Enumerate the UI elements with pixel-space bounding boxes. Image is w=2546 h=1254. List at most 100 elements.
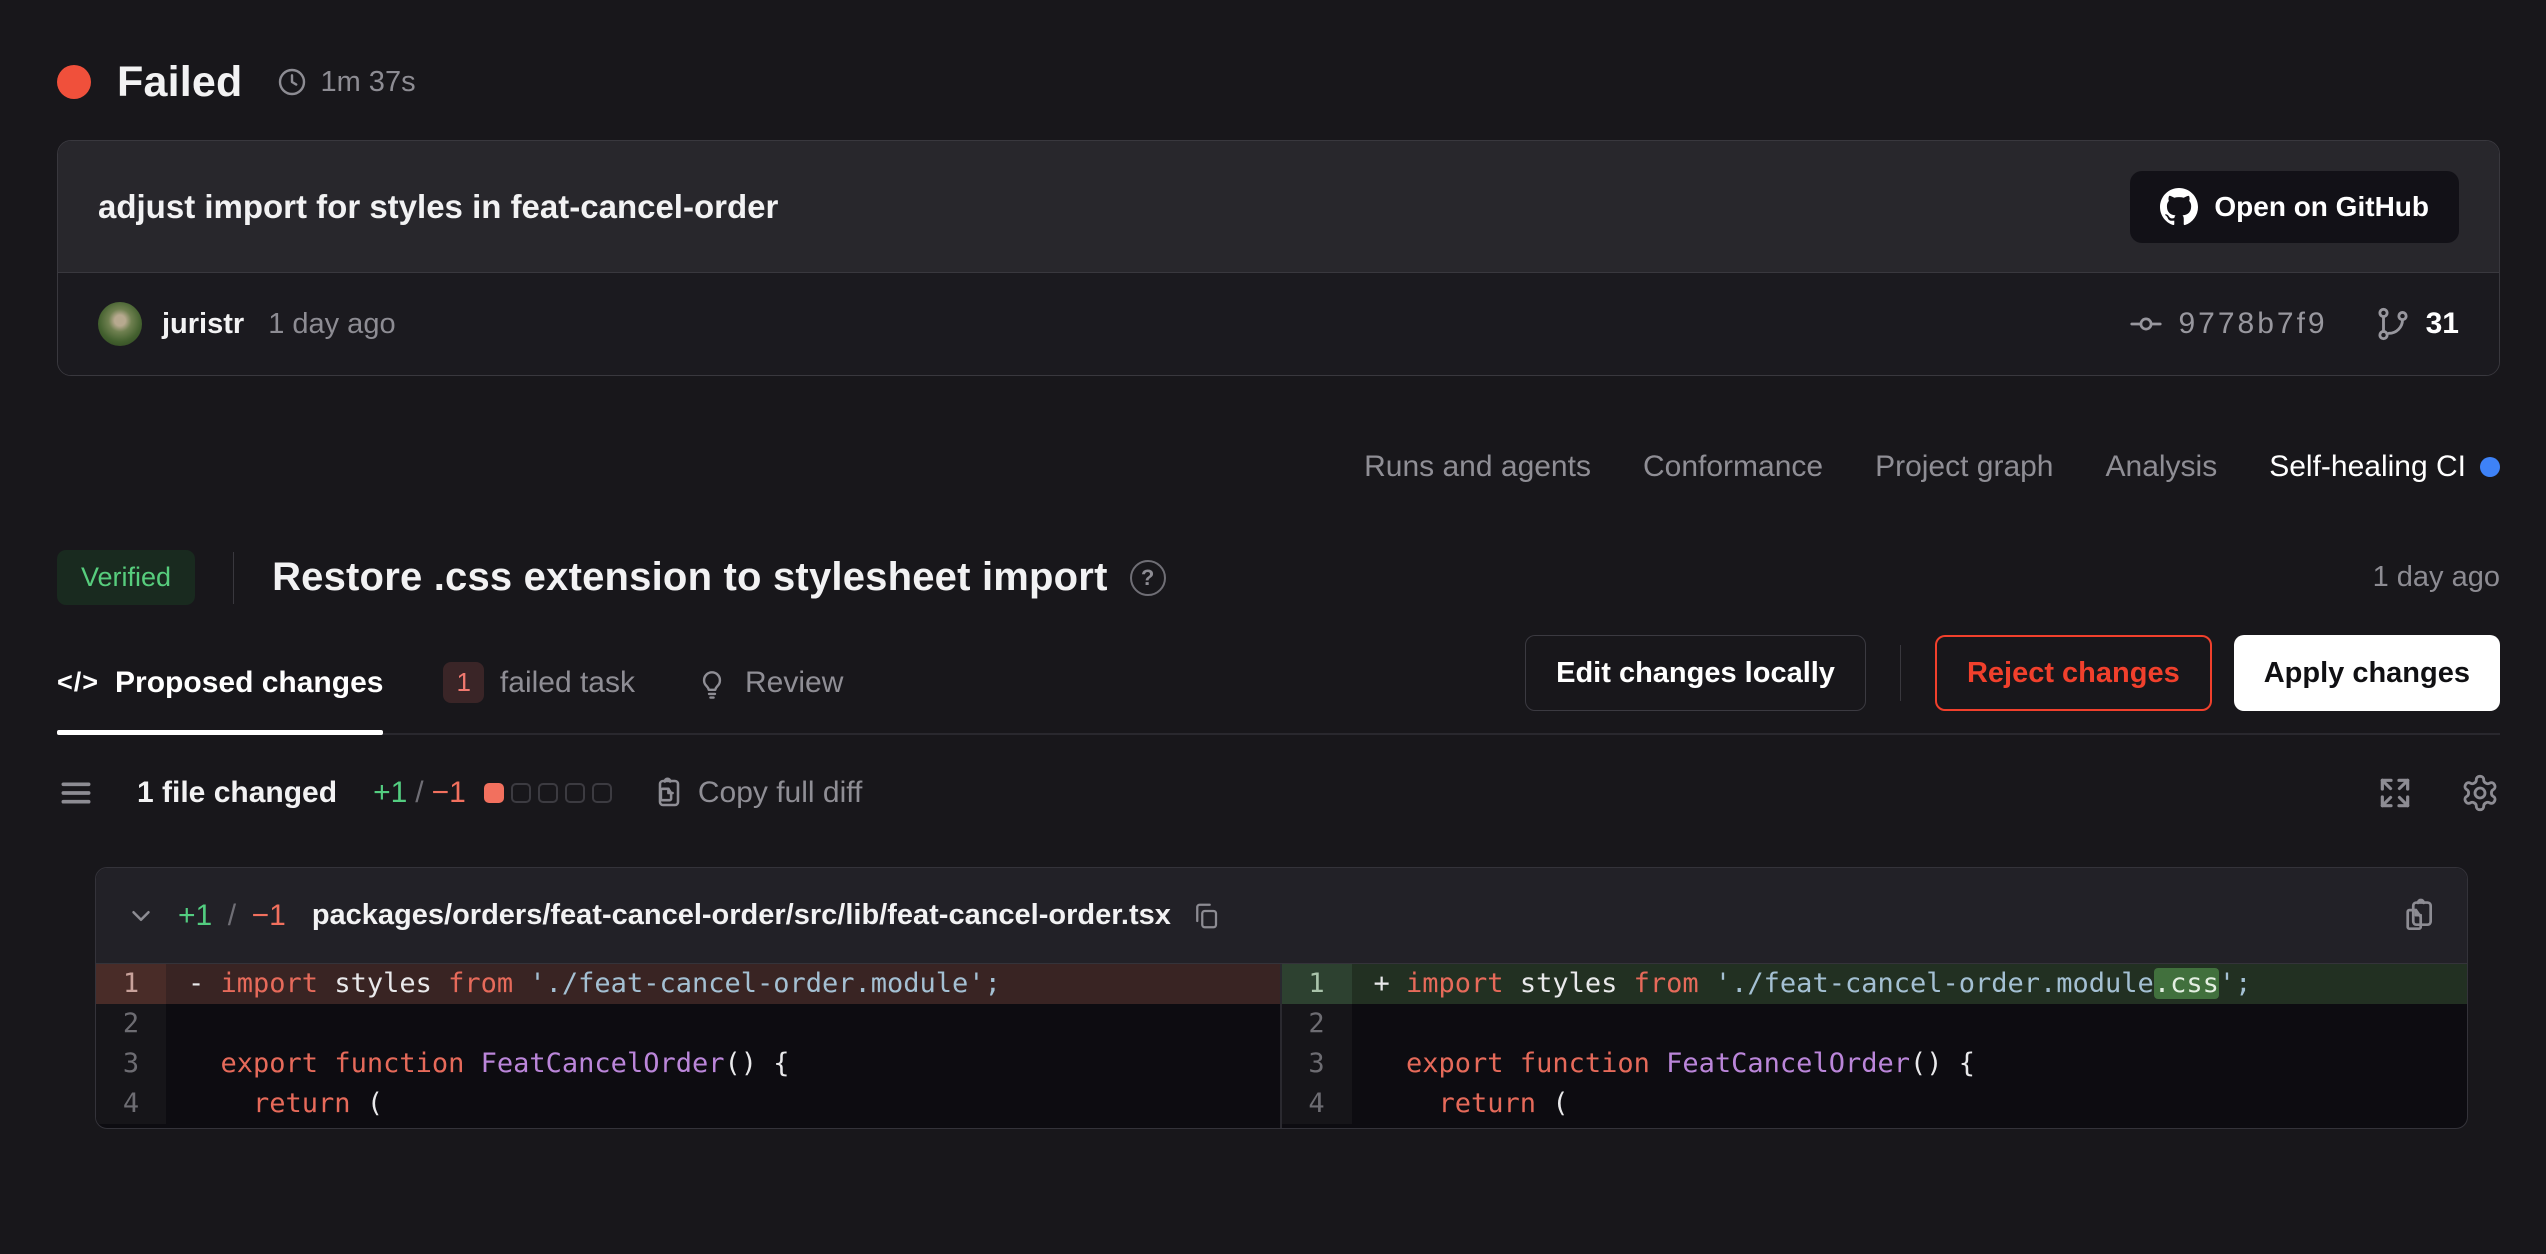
- file-diff-card: +1 / −1 packages/orders/feat-cancel-orde…: [95, 867, 2468, 1129]
- diff-settings-button[interactable]: [2460, 773, 2500, 813]
- verified-badge: Verified: [57, 550, 195, 605]
- run-duration: 1m 37s: [320, 66, 415, 99]
- copy-file-path-button[interactable]: [1191, 901, 1221, 931]
- divider: [1900, 645, 1901, 701]
- diff-block-empty: [511, 783, 531, 803]
- run-status-label: Failed: [117, 58, 242, 107]
- code-line: export function FeatCancelOrder() {: [1352, 1044, 2468, 1084]
- nav-item-self-healing-ci[interactable]: Self-healing CI: [2269, 450, 2500, 484]
- diff-row: 1- import styles from './feat-cancel-ord…: [96, 964, 1280, 1004]
- nav-item-runs-and-agents[interactable]: Runs and agents: [1364, 450, 1591, 484]
- tab-review[interactable]: Review: [695, 662, 843, 733]
- tab-failed-task-label: failed task: [500, 666, 635, 700]
- apply-changes-button[interactable]: Apply changes: [2234, 635, 2500, 711]
- commit-time-ago: 1 day ago: [268, 308, 395, 341]
- tab-proposed-changes[interactable]: </> Proposed changes: [57, 662, 383, 733]
- open-on-github-label: Open on GitHub: [2214, 191, 2429, 223]
- tab-proposed-changes-label: Proposed changes: [115, 666, 383, 700]
- collapse-file-button[interactable]: [126, 901, 156, 931]
- file-path: packages/orders/feat-cancel-order/src/li…: [312, 899, 1171, 932]
- open-on-github-button[interactable]: Open on GitHub: [2130, 171, 2459, 243]
- commit-title: adjust import for styles in feat-cancel-…: [98, 188, 778, 226]
- diff-block-empty: [592, 783, 612, 803]
- commit-sha: 9778b7f9: [2178, 307, 2327, 341]
- fix-header: Verified Restore .css extension to style…: [57, 550, 2500, 605]
- edit-changes-locally-button[interactable]: Edit changes locally: [1525, 635, 1866, 711]
- diff-toolbar: 1 file changed +1 / −1 Copy full diff: [57, 773, 2500, 813]
- file-diff-stats: +1 / −1: [178, 899, 286, 933]
- file-stat-separator: /: [228, 899, 236, 932]
- file-deletions: −1: [252, 899, 286, 932]
- stat-separator: /: [415, 776, 423, 810]
- code-line: + import styles from './feat-cancel-orde…: [1352, 964, 2468, 1004]
- lightbulb-icon: [695, 666, 729, 700]
- diff-row: 3 export function FeatCancelOrder() {: [96, 1044, 1280, 1084]
- chevron-down-icon: [126, 901, 156, 931]
- code-line: export function FeatCancelOrder() {: [166, 1044, 1280, 1084]
- fix-title: Restore .css extension to stylesheet imp…: [272, 555, 1108, 600]
- line-number: 3: [1282, 1044, 1352, 1084]
- expand-icon: [2376, 774, 2414, 812]
- author-name: juristr: [162, 308, 244, 341]
- page: Failed 1m 37s adjust import for styles i…: [0, 52, 2546, 1129]
- reject-changes-button[interactable]: Reject changes: [1935, 635, 2212, 711]
- tab-review-label: Review: [745, 666, 843, 700]
- nav-item-analysis[interactable]: Analysis: [2106, 450, 2218, 484]
- code-line: [166, 1004, 1280, 1044]
- code-line: return (: [166, 1084, 1280, 1124]
- line-number: 2: [96, 1004, 166, 1044]
- failed-status-dot-icon: [57, 65, 91, 99]
- git-branch-icon: [2374, 305, 2412, 343]
- additions-count: +1: [373, 776, 407, 810]
- expand-diff-button[interactable]: [2376, 774, 2414, 812]
- line-number: 1: [96, 964, 166, 1004]
- commit-meta: 9778b7f9 31: [2128, 305, 2459, 343]
- nav-item-conformance[interactable]: Conformance: [1643, 450, 1823, 484]
- diff-toolbar-right: [2376, 773, 2500, 813]
- fix-actions: Edit changes locally Reject changes Appl…: [1525, 635, 2500, 733]
- commit-card: adjust import for styles in feat-cancel-…: [57, 140, 2500, 376]
- copy-file-diff-button[interactable]: [2399, 897, 2437, 935]
- diff-pane-before: 1- import styles from './feat-cancel-ord…: [96, 964, 1282, 1128]
- fix-time-ago: 1 day ago: [2373, 561, 2500, 594]
- line-number: 3: [96, 1044, 166, 1084]
- diff-block-empty: [565, 783, 585, 803]
- diff-block-indicators: [484, 783, 612, 803]
- hamburger-icon: [57, 774, 95, 812]
- diff-pane-after: 1+ import styles from './feat-cancel-ord…: [1282, 964, 2468, 1128]
- diff-row: 2: [96, 1004, 1280, 1044]
- code-line: [1352, 1004, 2468, 1044]
- help-icon[interactable]: ?: [1130, 560, 1166, 596]
- line-number: 4: [1282, 1084, 1352, 1124]
- commit-card-footer: juristr 1 day ago 9778b7f9 31: [58, 272, 2499, 375]
- code-line: - import styles from './feat-cancel-orde…: [166, 964, 1280, 1004]
- files-changed-label: 1 file changed: [137, 776, 337, 810]
- file-tree-toggle-button[interactable]: [57, 774, 95, 812]
- file-additions: +1: [178, 899, 212, 932]
- line-number: 1: [1282, 964, 1352, 1004]
- pr-count-item[interactable]: 31: [2374, 305, 2459, 343]
- clipboard-icon: [648, 775, 684, 811]
- diff-block-deletion: [484, 783, 504, 803]
- code-line: return (: [1352, 1084, 2468, 1124]
- commit-sha-item[interactable]: 9778b7f9: [2128, 306, 2327, 342]
- tab-failed-task[interactable]: 1 failed task: [443, 662, 635, 733]
- nav-item-project-graph[interactable]: Project graph: [1875, 450, 2053, 484]
- commit-author: juristr 1 day ago: [98, 302, 396, 346]
- copy-full-diff-button[interactable]: Copy full diff: [648, 775, 863, 811]
- diff-row: 1+ import styles from './feat-cancel-ord…: [1282, 964, 2468, 1004]
- diff-row: 2: [1282, 1004, 2468, 1044]
- divider: [233, 552, 234, 604]
- tabs-row: </> Proposed changes 1 failed task Revie…: [57, 635, 2500, 735]
- failed-task-count-badge: 1: [443, 662, 483, 703]
- diff-block-empty: [538, 783, 558, 803]
- diff-row: 4 return (: [96, 1084, 1280, 1124]
- notification-dot-icon: [2480, 457, 2500, 477]
- gear-icon: [2460, 773, 2500, 813]
- diff-row: 4 return (: [1282, 1084, 2468, 1124]
- section-nav: Runs and agents Conformance Project graph A…: [57, 450, 2500, 484]
- github-icon: [2160, 188, 2198, 226]
- tabs: </> Proposed changes 1 failed task Revie…: [57, 662, 843, 733]
- line-number: 2: [1282, 1004, 1352, 1044]
- clock-icon: [276, 66, 308, 98]
